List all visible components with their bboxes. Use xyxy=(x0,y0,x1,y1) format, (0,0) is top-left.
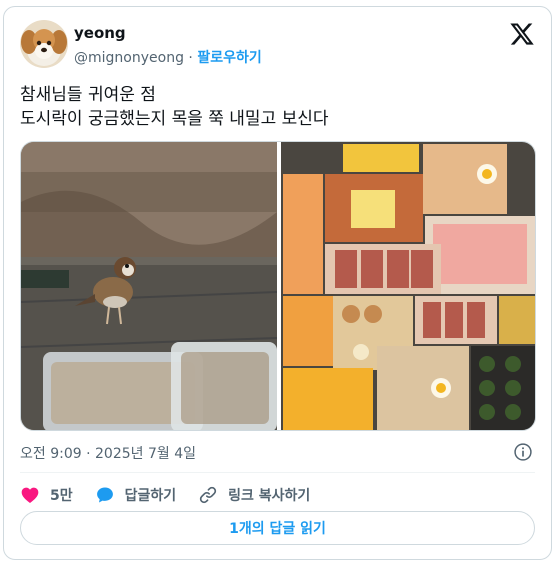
divider xyxy=(20,472,535,473)
follow-button[interactable]: 팔로우하기 xyxy=(197,50,261,66)
author-handle-row: @mignonyeong · 팔로우하기 xyxy=(74,47,262,67)
tweet-card: yeong @mignonyeong · 팔로우하기 참새님들 귀여운 점 도시… xyxy=(3,6,552,560)
like-button[interactable]: 5만 xyxy=(20,485,73,505)
read-replies-button[interactable]: 1개의 답글 읽기 xyxy=(20,511,535,545)
reply-label: 답글하기 xyxy=(124,488,177,504)
author-name[interactable]: yeong xyxy=(74,24,126,42)
copy-link-label: 링크 복사하기 xyxy=(228,488,311,504)
avatar[interactable] xyxy=(20,20,68,68)
action-bar: 5만 답글하기 링크 복사하기 xyxy=(20,482,332,508)
author-handle[interactable]: @mignonyeong xyxy=(74,50,184,66)
x-logo-icon[interactable] xyxy=(509,21,535,47)
photo-lunchboxes[interactable] xyxy=(281,142,536,431)
copy-link-button[interactable]: 링크 복사하기 xyxy=(198,485,310,505)
tweet-timestamp[interactable]: 오전 9:09 · 2025년 7월 4일 xyxy=(20,443,196,463)
photo-sparrow[interactable] xyxy=(21,142,278,431)
info-icon[interactable] xyxy=(513,442,533,462)
reply-button[interactable]: 답글하기 xyxy=(95,485,177,505)
link-icon xyxy=(200,486,217,504)
tweet-text: 참새님들 귀여운 점 도시락이 궁금했는지 목을 쭉 내밀고 보신다 xyxy=(20,83,530,131)
like-count: 5만 xyxy=(50,488,73,504)
media-grid xyxy=(20,141,536,431)
tweet-line-2: 도시락이 궁금했는지 목을 쭉 내밀고 보신다 xyxy=(20,109,329,129)
separator-dot: · xyxy=(188,50,193,66)
tweet-line-1: 참새님들 귀여운 점 xyxy=(20,85,156,105)
reply-bubble-icon xyxy=(96,487,113,503)
heart-icon xyxy=(21,487,39,503)
